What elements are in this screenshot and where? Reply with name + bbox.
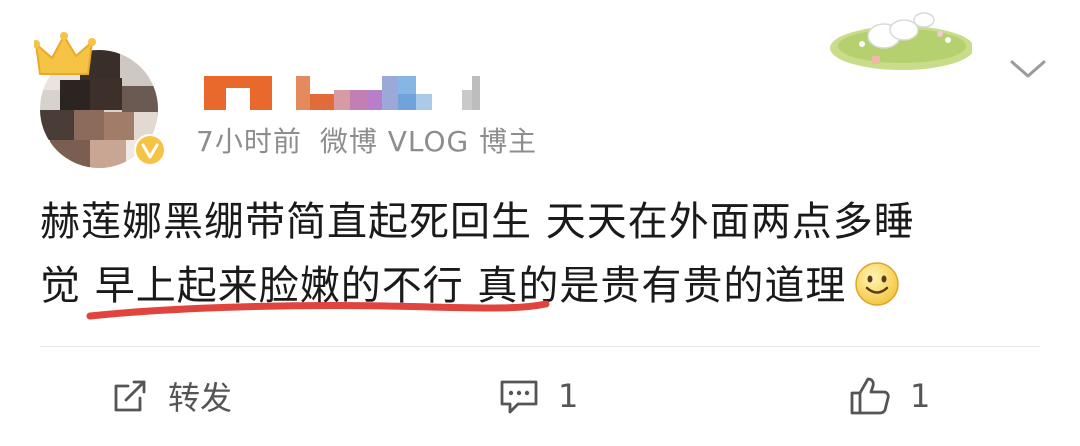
username-obscured[interactable]	[200, 72, 500, 112]
repost-label: 转发	[168, 379, 233, 417]
thumbs-up-icon	[850, 377, 890, 415]
avatar[interactable]	[34, 30, 170, 168]
smiley-emoji-icon	[855, 262, 900, 306]
like-button[interactable]: 1	[848, 372, 930, 420]
repost-button[interactable]: 转发	[110, 372, 232, 420]
like-count: 1	[910, 377, 931, 415]
chevron-down-icon[interactable]	[1008, 58, 1048, 82]
crown-icon	[34, 32, 96, 75]
comment-count: 1	[558, 377, 579, 415]
comment-button[interactable]: 1	[498, 372, 578, 420]
post-meta: 7小时前 微博 VLOG 博主	[196, 120, 555, 160]
card-decoration-icon	[830, 12, 972, 70]
divider	[40, 346, 1040, 347]
edit-share-icon	[114, 380, 146, 412]
comment-icon	[500, 380, 538, 414]
post-time: 7小时前	[196, 125, 302, 158]
post-source: 微博 VLOG 博主	[319, 125, 538, 158]
post-body-line-1: 赫莲娜黑绷带简直起死回生 天天在外面两点多睡	[40, 199, 915, 245]
vip-badge-icon	[134, 134, 166, 166]
red-underline-annotation	[86, 300, 550, 320]
weibo-post-card: 7小时前 微博 VLOG 博主 赫莲娜黑绷带简直起死回生 天天在外面两点多睡 觉 …	[0, 0, 1080, 446]
